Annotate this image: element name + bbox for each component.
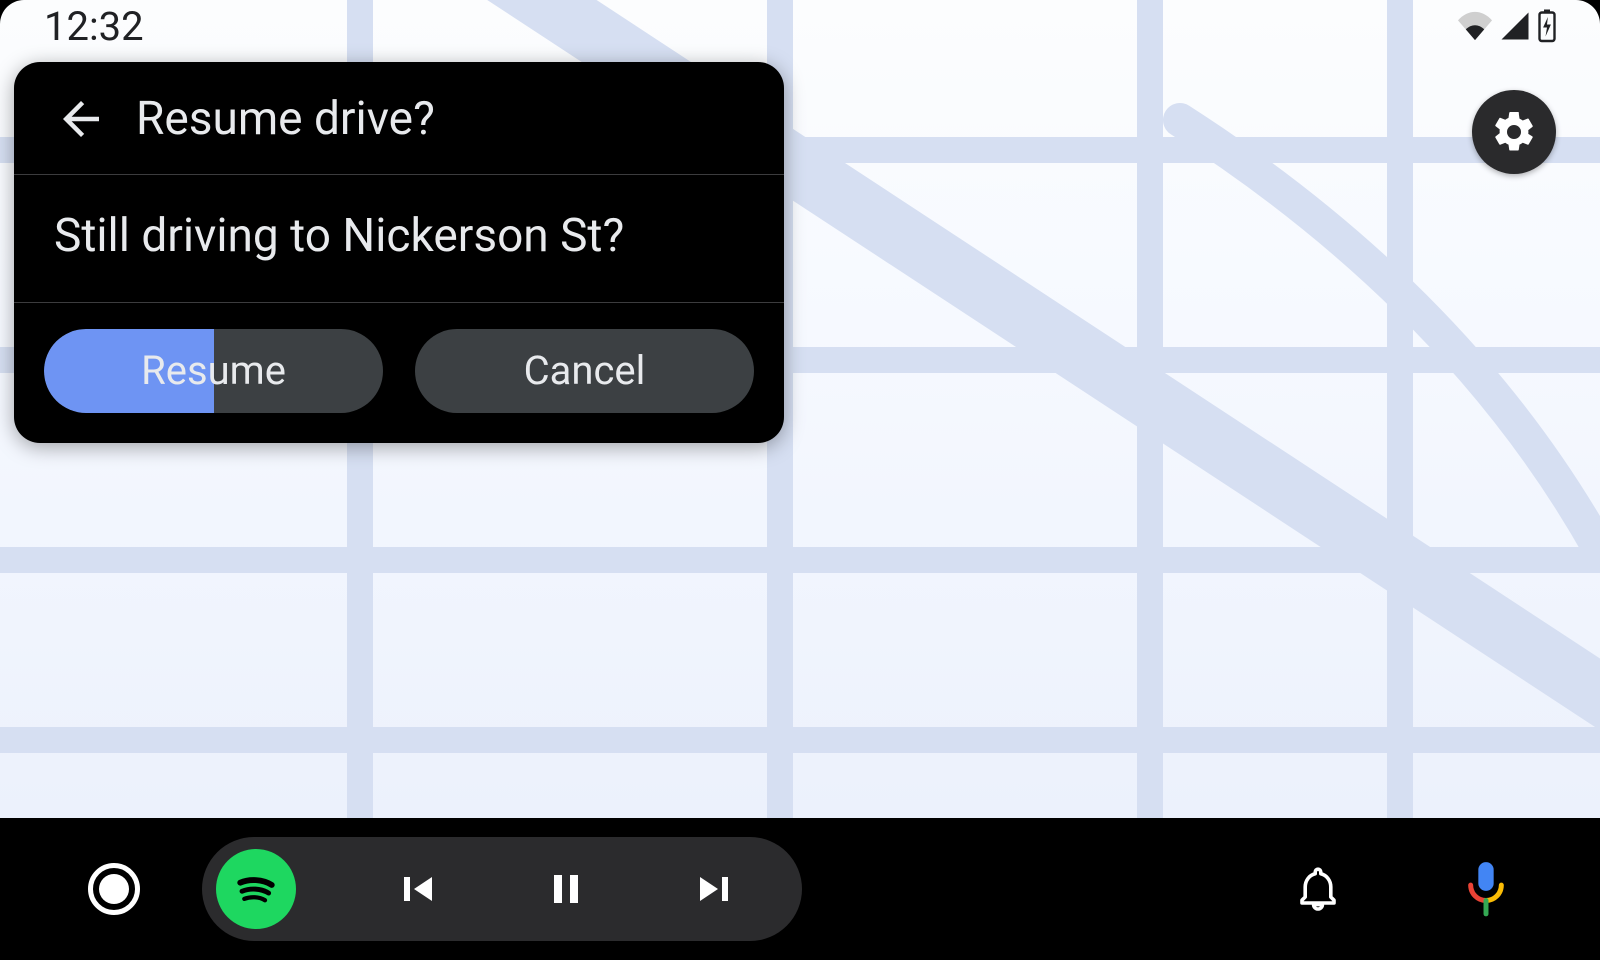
battery-charging-icon xyxy=(1538,9,1556,43)
prompt-title: Resume drive? xyxy=(136,92,435,146)
prompt-actions: Resume Cancel xyxy=(14,303,784,443)
wifi-icon xyxy=(1458,11,1492,41)
spotify-app-button[interactable] xyxy=(216,849,296,929)
android-auto-screen: 12:32 xyxy=(0,0,1600,960)
previous-track-button[interactable] xyxy=(386,859,446,919)
arrow-back-icon xyxy=(54,92,108,146)
map-background[interactable]: 12:32 xyxy=(0,0,1600,818)
status-bar: 12:32 xyxy=(0,0,1600,52)
cellular-icon xyxy=(1500,11,1530,41)
status-clock: 12:32 xyxy=(44,3,144,50)
resume-button[interactable]: Resume xyxy=(44,329,383,413)
media-controls-pill xyxy=(202,837,802,941)
cancel-button-label: Cancel xyxy=(524,347,646,394)
skip-next-icon xyxy=(692,865,740,913)
prompt-body: Still driving to Nickerson St? xyxy=(14,175,784,303)
cancel-button[interactable]: Cancel xyxy=(415,329,754,413)
skip-previous-icon xyxy=(392,865,440,913)
pause-icon xyxy=(542,865,590,913)
next-track-button[interactable] xyxy=(686,859,746,919)
home-button[interactable] xyxy=(84,859,144,919)
home-circle-icon xyxy=(88,863,140,915)
gear-icon xyxy=(1490,108,1538,156)
nav-bar xyxy=(0,818,1600,960)
notifications-button[interactable] xyxy=(1288,859,1348,919)
resume-drive-card: Resume drive? Still driving to Nickerson… xyxy=(14,62,784,443)
google-mic-icon xyxy=(1463,860,1509,918)
prompt-header: Resume drive? xyxy=(14,62,784,175)
resume-button-label: Resume xyxy=(141,347,286,394)
status-icons xyxy=(1458,9,1556,43)
play-pause-button[interactable] xyxy=(536,859,596,919)
spotify-icon xyxy=(229,862,283,916)
back-button[interactable] xyxy=(54,92,108,146)
settings-button[interactable] xyxy=(1472,90,1556,174)
voice-assistant-button[interactable] xyxy=(1456,859,1516,919)
bell-icon xyxy=(1294,865,1342,913)
